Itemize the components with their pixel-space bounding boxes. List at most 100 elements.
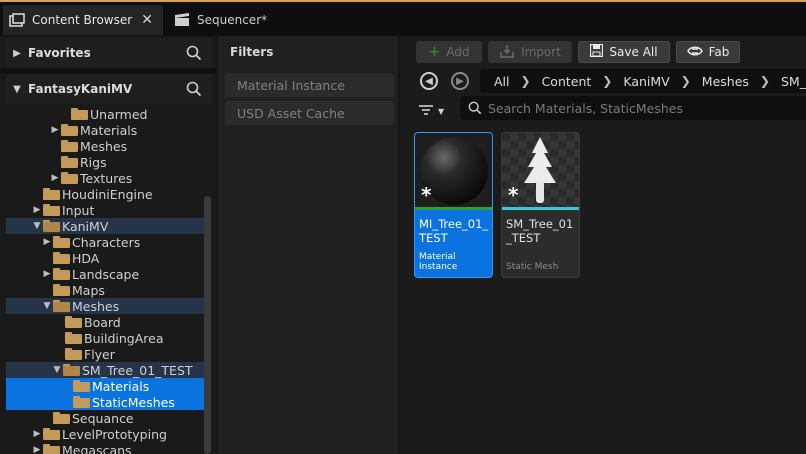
tree-item-label: HDA <box>72 250 100 266</box>
tree-item[interactable]: ▶ Landscape <box>6 266 204 282</box>
chevron-down-icon: ▼ <box>438 106 445 116</box>
asset-tile-static-mesh[interactable]: * SM_Tree_01_TEST Static Mesh <box>501 132 580 278</box>
tree-item[interactable]: Flyer <box>6 346 204 362</box>
plus-icon: + <box>428 44 441 60</box>
project-header[interactable]: ▼ FantasyKaniMV <box>6 74 212 104</box>
tree-item[interactable]: Unarmed <box>6 106 204 122</box>
tree-item[interactable]: BuildingArea <box>6 330 204 346</box>
breadcrumb-item[interactable]: Content <box>542 74 592 89</box>
import-button[interactable]: Import <box>488 41 572 63</box>
favorites-header[interactable]: ▶ Favorites <box>6 38 212 68</box>
tree-item[interactable]: Maps <box>6 282 204 298</box>
chevron-right-icon[interactable]: ❯ <box>681 74 691 88</box>
tree-item-label: KaniMV <box>62 218 109 234</box>
breadcrumb: All ❯ Content ❯ KaniMV ❯ Meshes ❯ SM_T <box>480 69 806 93</box>
tree-item[interactable]: ▼ KaniMV <box>6 218 204 234</box>
fab-label: Fab <box>708 45 730 59</box>
filter-material-instance[interactable]: Material Instance <box>225 73 394 97</box>
tree-item[interactable]: ▶ LevelPrototyping <box>6 426 204 442</box>
expander-arrow[interactable]: ▼ <box>52 365 62 375</box>
chevron-down-icon[interactable]: ▼ <box>6 84 28 95</box>
tree-item-label: LevelPrototyping <box>62 426 167 442</box>
chevron-right-icon[interactable]: ▶ <box>6 48 28 59</box>
add-button[interactable]: + Add <box>416 41 482 63</box>
chevron-right-icon[interactable]: ❯ <box>602 74 612 88</box>
tree-item[interactable]: ▶ Megascans <box>6 442 204 454</box>
tree-item[interactable]: Board <box>6 314 204 330</box>
tree-item[interactable]: ▶ Materials <box>6 122 204 138</box>
tree-item[interactable]: ▶ Textures <box>6 170 204 186</box>
breadcrumb-item[interactable]: KaniMV <box>623 74 669 89</box>
expander-arrow[interactable]: ▶ <box>50 173 60 183</box>
asset-tile-material-instance[interactable]: * MI_Tree_01_TEST Material Instance <box>414 132 493 278</box>
filter-dropdown[interactable]: ▼ <box>418 102 450 120</box>
folder-icon <box>61 156 78 168</box>
folder-icon <box>73 380 90 392</box>
tree-item[interactable]: ▶ Characters <box>6 234 204 250</box>
tree-item[interactable]: HoudiniEngine <box>6 186 204 202</box>
tree-item[interactable]: ▼ Meshes <box>6 298 204 314</box>
search-icon <box>468 101 482 115</box>
tree-item-label: HoudiniEngine <box>62 186 153 202</box>
asset-thumbnail: * <box>415 133 492 207</box>
tree-item-selected[interactable]: StaticMeshes <box>6 394 204 410</box>
folder-tree: Unarmed ▶ Materials Meshes Rigs ▶ Textures… <box>6 102 204 454</box>
folder-icon <box>65 316 82 328</box>
tree-item-label: Landscape <box>72 266 140 282</box>
breadcrumb-item[interactable]: SM_T <box>781 74 806 89</box>
save-all-button[interactable]: Save All <box>578 41 670 63</box>
tree-item[interactable]: Rigs <box>6 154 204 170</box>
chevron-right-icon[interactable]: ❯ <box>521 74 531 88</box>
search-input[interactable]: Search Materials, StaticMeshes <box>460 96 806 120</box>
breadcrumb-item[interactable]: All <box>494 74 510 89</box>
back-arrow-icon[interactable]: ◀ <box>420 72 438 90</box>
tree-item-label: BuildingArea <box>84 330 164 346</box>
folder-icon <box>53 284 70 296</box>
tree-item-selected[interactable]: Materials <box>6 378 204 394</box>
filters-title: Filters <box>230 45 274 59</box>
fab-button[interactable]: Fab <box>676 41 740 63</box>
import-label: Import <box>521 45 561 59</box>
tab-content-browser[interactable]: Content Browser ✕ <box>3 5 163 35</box>
expander-arrow[interactable]: ▼ <box>32 221 42 231</box>
search-icon[interactable] <box>186 81 202 97</box>
folder-icon <box>53 412 70 424</box>
search-icon[interactable] <box>186 45 202 61</box>
tree-item-label: Megascans <box>62 442 132 454</box>
folder-open-icon <box>43 220 60 232</box>
close-icon[interactable]: ✕ <box>141 12 153 28</box>
tab-sequencer[interactable]: Sequencer* <box>170 5 310 35</box>
tree-item-label: StaticMeshes <box>92 394 175 410</box>
forward-arrow-icon[interactable]: ▶ <box>451 72 469 90</box>
asset-type-label: Static Mesh <box>506 262 559 272</box>
asset-view: + Add Import Save All Fab ◀ ▶ All ❯ Cont… <box>400 36 806 454</box>
tree-item[interactable]: Meshes <box>6 138 204 154</box>
expander-arrow[interactable]: ▼ <box>42 301 52 311</box>
tree-item[interactable]: ▶ Input <box>6 202 204 218</box>
folder-icon <box>65 332 82 344</box>
tree-item-label: Flyer <box>84 346 115 362</box>
tree-item[interactable]: ▼ SM_Tree_01_TEST <box>6 362 204 378</box>
tree-item[interactable]: Sequance <box>6 410 204 426</box>
tree-scrollbar[interactable] <box>204 196 211 454</box>
filter-usd-asset-cache[interactable]: USD Asset Cache <box>225 101 394 125</box>
modified-star-icon: * <box>421 183 432 207</box>
folder-icon <box>43 188 60 200</box>
tree-item-label: Rigs <box>80 154 107 170</box>
expander-arrow[interactable]: ▶ <box>32 429 42 439</box>
expander-arrow[interactable]: ▶ <box>50 125 60 135</box>
expander-arrow[interactable]: ▶ <box>32 205 42 215</box>
project-label: FantasyKaniMV <box>28 82 133 96</box>
tree-item[interactable]: HDA <box>6 250 204 266</box>
expander-arrow[interactable]: ▶ <box>42 237 52 247</box>
asset-type-bar <box>502 207 579 210</box>
folder-open-icon <box>53 300 70 312</box>
tree-item-label: Input <box>62 202 95 218</box>
folder-open-icon <box>63 364 80 376</box>
tree-item-label: Materials <box>80 122 138 138</box>
expander-arrow[interactable]: ▶ <box>42 269 52 279</box>
expander-arrow[interactable]: ▶ <box>32 445 42 454</box>
import-icon <box>499 44 515 61</box>
breadcrumb-item[interactable]: Meshes <box>702 74 749 89</box>
chevron-right-icon[interactable]: ❯ <box>760 74 770 88</box>
